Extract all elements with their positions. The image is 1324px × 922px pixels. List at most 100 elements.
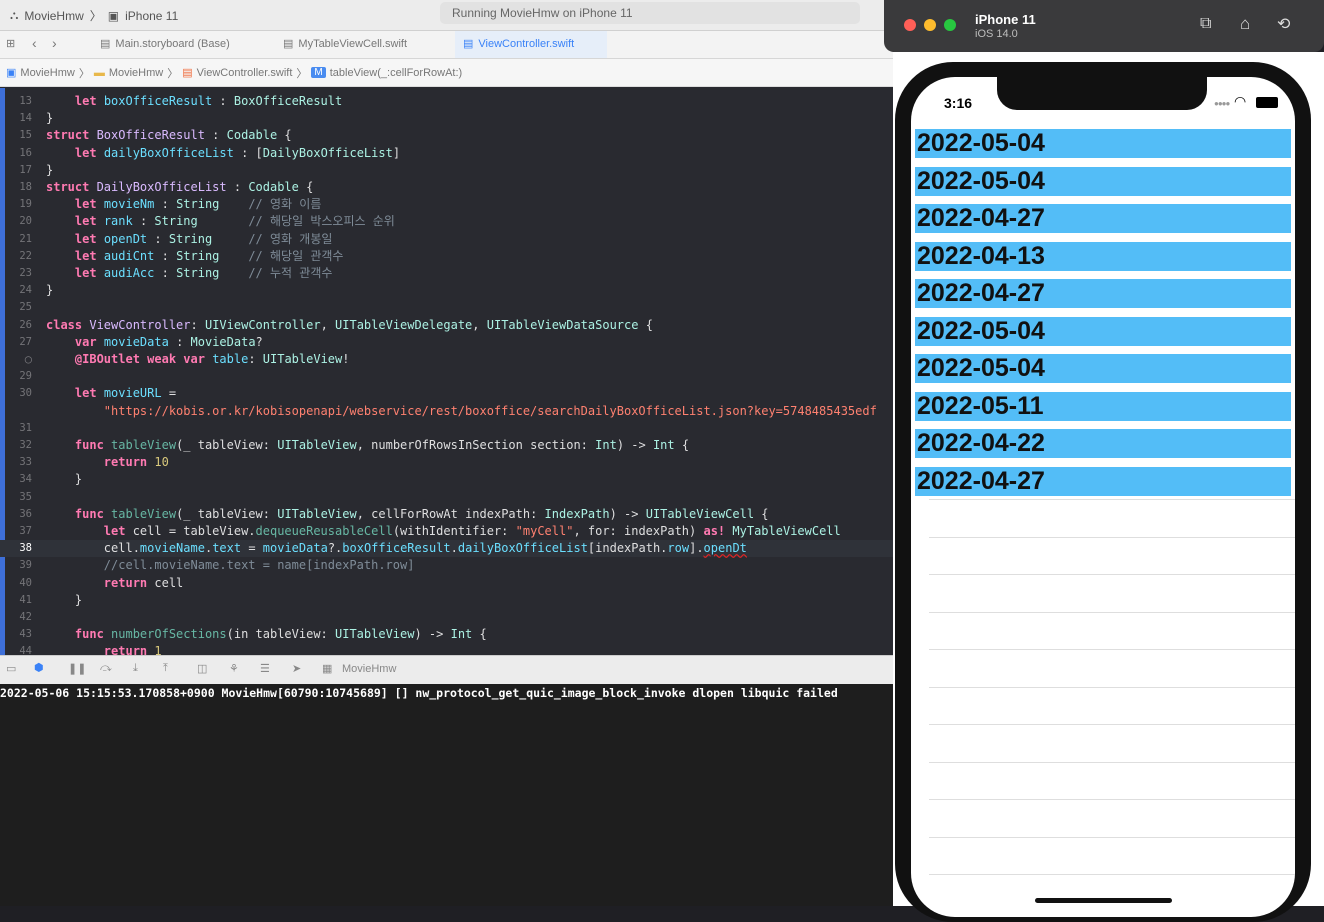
grid-icon[interactable]: ⊞ (6, 37, 15, 50)
code-line[interactable]: 20 let rank : String // 해당일 박스오피스 순위 (0, 213, 893, 230)
breakpoint-icon[interactable]: ⬢ (34, 661, 44, 674)
location-icon[interactable]: ➤ (292, 662, 301, 675)
code-line[interactable]: 19 let movieNm : String // 영화 이름 (0, 196, 893, 213)
code-token: (_ tableView: (176, 438, 278, 452)
code-line[interactable]: 14} (0, 110, 893, 127)
code-token: movieData (103, 334, 177, 349)
table-cell[interactable]: 2022-05-04 (915, 129, 1291, 158)
hide-panel-icon[interactable]: ▭ (6, 662, 16, 675)
code-token: UITableView (277, 438, 357, 452)
step-into-icon[interactable]: ⤓ (133, 662, 138, 675)
code-token: ?. (327, 541, 343, 556)
forward-arrow-icon[interactable]: › (52, 35, 57, 51)
code-line[interactable]: 25 (0, 299, 893, 316)
jump-folder[interactable]: MovieHmw (109, 67, 163, 79)
code-line[interactable]: 43 func numberOfSections(in tableView: U… (0, 626, 893, 643)
code-line[interactable]: 41 } (0, 592, 893, 609)
code-comment: // 해당일 박스오피스 순위 (248, 214, 395, 229)
row-separator (929, 574, 1295, 575)
table-cell[interactable]: 2022-05-04 (915, 316, 1291, 346)
code-line[interactable]: "https://kobis.or.kr/kobisopenapi/webser… (0, 403, 893, 420)
zoom-icon[interactable] (944, 19, 956, 31)
code-line[interactable]: 22 let audiCnt : String // 해당일 관객수 (0, 248, 893, 265)
close-icon[interactable] (904, 19, 916, 31)
table-cell[interactable]: 2022-04-13 (915, 241, 1291, 271)
code-token: { (306, 180, 314, 194)
jump-file[interactable]: ViewController.swift (197, 67, 293, 79)
code-token: { (638, 317, 653, 332)
table-cell[interactable]: 2022-05-11 (915, 391, 1291, 421)
jump-method[interactable]: tableView(_:cellForRowAt:) (330, 67, 462, 79)
environment-icon[interactable]: ☰ (260, 662, 270, 675)
code-line[interactable]: 23 let audiAcc : String // 누적 관객수 (0, 265, 893, 282)
code-token: : (139, 214, 155, 229)
code-text: class ViewController: UIViewController, … (46, 317, 653, 334)
code-line[interactable]: 44 return 1 (0, 643, 893, 655)
code-line[interactable]: 13 let boxOfficeResult : BoxOfficeResult (0, 93, 893, 110)
code-token: : (248, 352, 263, 366)
line-number: 22 (19, 249, 32, 262)
code-line[interactable]: 38 cell.movieName. text = movieData?.boxO… (0, 540, 893, 558)
code-line[interactable]: 21 let openDt : String // 영화 개봉일 (0, 231, 893, 248)
table-cell[interactable]: 2022-04-27 (915, 204, 1291, 233)
code-token: , numberOfRowsInSection section: (356, 438, 596, 452)
device-name: iPhone 11 (125, 8, 179, 23)
back-arrow-icon[interactable]: ‹ (32, 35, 37, 51)
tab-main-storyboard[interactable]: ▤ Main.storyboard (Base) (100, 31, 260, 58)
console-output[interactable]: 2022-05-06 15:15:53.170858+0900 MovieHmw… (0, 684, 893, 906)
screenshot-icon[interactable]: ⧉ (1200, 15, 1211, 33)
code-line[interactable]: 36 func tableView(_ tableView: UITableVi… (0, 506, 893, 523)
code-text: cell.movieName. text = movieData?.boxOffi… (46, 540, 747, 557)
line-number: 35 (19, 490, 32, 503)
line-number: 34 (19, 473, 32, 486)
table-cell[interactable]: 2022-05-04 (915, 166, 1291, 196)
code-line[interactable]: 39 //cell.movieName.text = name[indexPat… (0, 557, 893, 574)
code-line[interactable]: 37 let cell = tableView.dequeueReusableC… (0, 523, 893, 540)
code-token: movieData (262, 541, 328, 556)
code-line[interactable]: 26 class ViewController: UIViewController… (0, 317, 893, 334)
code-text: func numberOfSections(in tableView: UITa… (46, 626, 487, 643)
code-line[interactable]: 32 func tableView(_ tableView: UITableVi… (0, 437, 893, 454)
code-line[interactable]: ○ @IBOutlet weak var table: UITableView! (0, 351, 893, 368)
pause-icon[interactable]: ❚❚ (68, 662, 86, 675)
code-line[interactable]: 27 var movieData : MovieData? (0, 334, 893, 351)
code-line[interactable]: 16 let dailyBoxOfficeList : [DailyBoxOff… (0, 145, 893, 162)
code-line[interactable]: 35 (0, 489, 893, 506)
rotate-icon[interactable]: ⟲ (1277, 14, 1290, 34)
code-text: } (46, 471, 82, 488)
minimize-icon[interactable] (924, 19, 936, 31)
tab-mytableviewcell[interactable]: ▤ MyTableViewCell.swift (283, 31, 443, 58)
code-line[interactable]: 40 return cell (0, 575, 893, 592)
code-text: let audiAcc : String // 누적 관객수 (46, 265, 333, 282)
jump-project[interactable]: MovieHmw (20, 67, 74, 79)
code-line[interactable]: 18 struct DailyBoxOfficeList : Codable { (0, 179, 893, 196)
code-editor[interactable]: 13 let boxOfficeResult : BoxOfficeResult… (0, 88, 893, 655)
table-cell[interactable]: 2022-04-27 (915, 279, 1291, 308)
table-cell[interactable]: 2022-05-04 (915, 354, 1291, 383)
code-line[interactable]: 42 (0, 609, 893, 626)
code-line[interactable]: 30 let movieURL = (0, 385, 893, 402)
code-line[interactable]: 31 (0, 420, 893, 437)
view-debugger-icon[interactable]: ◫ (197, 662, 207, 675)
code-token: class (46, 317, 90, 332)
memory-graph-icon[interactable]: ⚘ (229, 662, 239, 675)
table-cell[interactable]: 2022-04-27 (915, 466, 1291, 496)
code-line[interactable]: 17} (0, 162, 893, 179)
code-text: let rank : String // 해당일 박스오피스 순위 (46, 213, 395, 230)
code-token: : (212, 128, 227, 143)
home-icon[interactable]: ⌂ (1240, 14, 1250, 34)
step-out-icon[interactable]: ⤒ (163, 662, 168, 675)
code-line[interactable]: 24} (0, 282, 893, 299)
scheme-selector[interactable]: ⛬ MovieHmw 〉 ▣ iPhone 11 (10, 7, 178, 24)
table-cell[interactable]: 2022-04-22 (915, 429, 1291, 458)
step-over-icon[interactable]: ⤼ (100, 662, 112, 675)
code-line[interactable]: 15 struct BoxOfficeResult : Codable { (0, 127, 893, 144)
code-line[interactable]: 34 } (0, 471, 893, 488)
line-number: 32 (19, 439, 32, 451)
iphone-screen[interactable]: 3:16 ●●●● ◠ 2022-05-04 2022-05-04 2022-04-… (911, 77, 1295, 917)
code-line[interactable]: 33 return 10 (0, 454, 893, 471)
tab-viewcontroller[interactable]: ▤ ViewController.swift (455, 31, 607, 58)
code-line[interactable]: 29 (0, 368, 893, 385)
